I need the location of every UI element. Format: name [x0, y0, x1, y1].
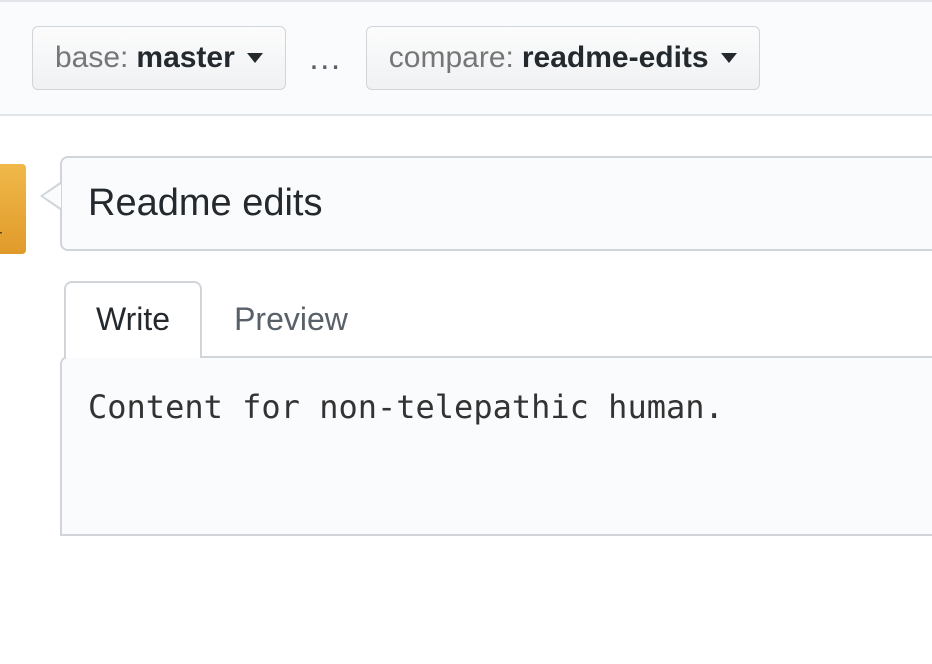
- compare-label: compare:: [389, 41, 514, 75]
- chevron-down-icon: [247, 53, 263, 63]
- comment-tabs: Write Preview: [64, 281, 932, 356]
- form-column: Write Preview: [60, 156, 932, 536]
- user-avatar: [0, 164, 26, 254]
- tab-preview[interactable]: Preview: [202, 281, 380, 358]
- compare-branch-name: readme-edits: [522, 41, 709, 75]
- ellipsis-separator: …: [304, 39, 348, 78]
- base-branch-name: master: [136, 41, 234, 75]
- pull-request-form: Write Preview: [0, 116, 932, 536]
- compare-branch-selector[interactable]: compare: readme-edits: [366, 26, 760, 90]
- pr-body-textarea[interactable]: [88, 388, 906, 464]
- base-branch-selector[interactable]: base: master: [32, 26, 286, 90]
- chevron-down-icon: [721, 53, 737, 63]
- speech-bubble-arrow-icon: [40, 182, 60, 210]
- pr-body-container: [60, 356, 932, 536]
- branch-comparison-bar: base: master … compare: readme-edits: [0, 0, 932, 116]
- avatar-column: [0, 156, 60, 536]
- pr-title-input[interactable]: [60, 156, 932, 251]
- tab-write[interactable]: Write: [64, 281, 202, 358]
- base-label: base:: [55, 41, 128, 75]
